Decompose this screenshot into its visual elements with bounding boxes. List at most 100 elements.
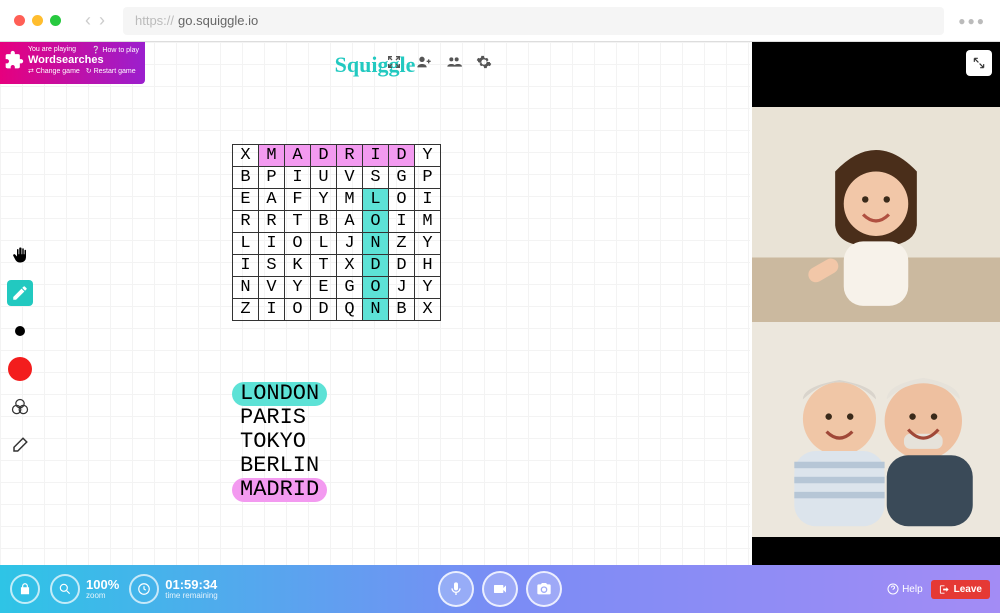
grid-cell[interactable]: U: [311, 167, 337, 189]
grid-cell[interactable]: I: [363, 145, 389, 167]
puzzle-icon: [4, 50, 24, 70]
grid-cell[interactable]: J: [337, 233, 363, 255]
grid-cell[interactable]: G: [337, 277, 363, 299]
close-window-icon[interactable]: [14, 15, 25, 26]
pen-tool[interactable]: [7, 280, 33, 306]
grid-cell[interactable]: G: [389, 167, 415, 189]
video-feed-1[interactable]: [752, 107, 1000, 322]
grid-cell[interactable]: A: [337, 211, 363, 233]
video-feed-2[interactable]: [752, 322, 1000, 537]
participants-icon[interactable]: [446, 54, 462, 70]
grid-cell[interactable]: R: [337, 145, 363, 167]
grid-cell[interactable]: P: [415, 167, 441, 189]
grid-cell[interactable]: O: [285, 299, 311, 321]
grid-cell[interactable]: H: [415, 255, 441, 277]
url-host: go.squiggle.io: [178, 13, 258, 28]
maximize-window-icon[interactable]: [50, 15, 61, 26]
grid-cell[interactable]: A: [259, 189, 285, 211]
grid-cell[interactable]: B: [311, 211, 337, 233]
grid-cell[interactable]: E: [311, 277, 337, 299]
grid-cell[interactable]: O: [363, 211, 389, 233]
hand-tool[interactable]: [7, 242, 33, 268]
grid-cell[interactable]: I: [285, 167, 311, 189]
grid-cell[interactable]: D: [389, 255, 415, 277]
add-user-icon[interactable]: [416, 54, 432, 70]
grid-cell[interactable]: I: [259, 299, 285, 321]
grid-cell[interactable]: N: [363, 299, 389, 321]
browser-menu-icon[interactable]: ●●●: [958, 14, 986, 28]
grid-cell[interactable]: V: [337, 167, 363, 189]
grid-cell[interactable]: F: [285, 189, 311, 211]
address-bar[interactable]: https:// go.squiggle.io: [123, 7, 944, 35]
grid-cell[interactable]: Y: [415, 277, 441, 299]
grid-cell[interactable]: S: [259, 255, 285, 277]
mic-button[interactable]: [438, 571, 474, 607]
url-scheme: https://: [135, 13, 174, 28]
grid-cell[interactable]: V: [259, 277, 285, 299]
grid-cell[interactable]: X: [337, 255, 363, 277]
grid-cell[interactable]: I: [389, 211, 415, 233]
nav-forward-icon[interactable]: ›: [95, 10, 109, 31]
grid-cell[interactable]: T: [285, 211, 311, 233]
whiteboard-canvas[interactable]: Squiggle You are playing ❔ How to play W…: [0, 42, 750, 567]
camera-button[interactable]: [482, 571, 518, 607]
restart-game-button[interactable]: ↻ Restart game: [86, 67, 136, 75]
grid-cell[interactable]: I: [415, 189, 441, 211]
grid-cell[interactable]: L: [233, 233, 259, 255]
grid-cell[interactable]: M: [337, 189, 363, 211]
how-to-play-link[interactable]: ❔ How to play: [92, 46, 139, 54]
layers-tool[interactable]: [7, 394, 33, 420]
grid-cell[interactable]: B: [389, 299, 415, 321]
grid-cell[interactable]: S: [363, 167, 389, 189]
grid-cell[interactable]: R: [233, 211, 259, 233]
grid-cell[interactable]: D: [311, 299, 337, 321]
grid-cell[interactable]: M: [415, 211, 441, 233]
wordsearch-grid[interactable]: XMADRIDYBPIUVSGPEAFYMLOIRRTBAOIMLIOLJNZY…: [232, 144, 441, 321]
grid-cell[interactable]: Z: [233, 299, 259, 321]
grid-cell[interactable]: Y: [415, 145, 441, 167]
grid-cell[interactable]: D: [363, 255, 389, 277]
grid-cell[interactable]: X: [233, 145, 259, 167]
grid-cell[interactable]: A: [285, 145, 311, 167]
grid-cell[interactable]: R: [259, 211, 285, 233]
grid-cell[interactable]: L: [311, 233, 337, 255]
grid-cell[interactable]: T: [311, 255, 337, 277]
expand-video-icon[interactable]: [966, 50, 992, 76]
snapshot-button[interactable]: [526, 571, 562, 607]
grid-cell[interactable]: I: [233, 255, 259, 277]
grid-cell[interactable]: Y: [311, 189, 337, 211]
grid-cell[interactable]: O: [389, 189, 415, 211]
grid-cell[interactable]: O: [363, 277, 389, 299]
leave-button[interactable]: Leave: [931, 580, 990, 599]
grid-cell[interactable]: K: [285, 255, 311, 277]
color-swatch[interactable]: [7, 356, 33, 382]
leave-icon: [939, 584, 950, 595]
zoom-control[interactable]: 100%zoom: [50, 574, 119, 604]
eraser-tool[interactable]: [7, 432, 33, 458]
grid-cell[interactable]: D: [389, 145, 415, 167]
grid-cell[interactable]: N: [233, 277, 259, 299]
grid-cell[interactable]: Y: [285, 277, 311, 299]
small-brush[interactable]: [7, 318, 33, 344]
minimize-icon[interactable]: [386, 54, 402, 70]
grid-cell[interactable]: E: [233, 189, 259, 211]
help-button[interactable]: Help: [887, 583, 923, 595]
grid-cell[interactable]: L: [363, 189, 389, 211]
grid-cell[interactable]: Z: [389, 233, 415, 255]
grid-cell[interactable]: J: [389, 277, 415, 299]
lock-button[interactable]: [10, 574, 40, 604]
grid-cell[interactable]: B: [233, 167, 259, 189]
minimize-window-icon[interactable]: [32, 15, 43, 26]
grid-cell[interactable]: O: [285, 233, 311, 255]
change-game-button[interactable]: ⇄ Change game: [28, 67, 80, 75]
grid-cell[interactable]: D: [311, 145, 337, 167]
grid-cell[interactable]: I: [259, 233, 285, 255]
nav-back-icon[interactable]: ‹: [81, 10, 95, 31]
grid-cell[interactable]: N: [363, 233, 389, 255]
settings-icon[interactable]: [476, 54, 492, 70]
grid-cell[interactable]: Y: [415, 233, 441, 255]
grid-cell[interactable]: M: [259, 145, 285, 167]
grid-cell[interactable]: Q: [337, 299, 363, 321]
grid-cell[interactable]: X: [415, 299, 441, 321]
grid-cell[interactable]: P: [259, 167, 285, 189]
